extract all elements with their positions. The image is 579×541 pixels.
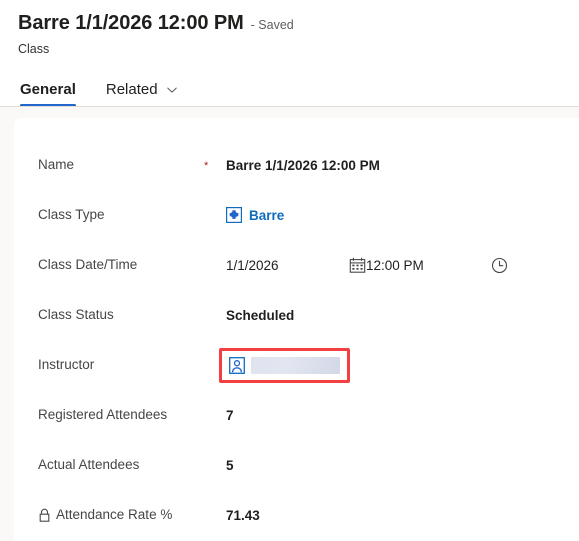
tab-general[interactable]: General [18, 71, 88, 107]
field-label-registered-attendees-cell: Registered Attendees [38, 406, 204, 424]
form-tab-bar: General Related [0, 71, 579, 107]
field-value-attendance-rate-cell: 71.43 [226, 508, 579, 523]
clock-icon[interactable] [491, 257, 508, 274]
field-label-class-type-cell: Class Type [38, 206, 204, 224]
field-label-class-status-cell: Class Status [38, 306, 204, 324]
field-row-instructor: Instructor [14, 340, 579, 390]
field-label-actual-attendees-cell: Actual Attendees [38, 456, 204, 474]
field-label-name: Name [38, 157, 75, 172]
form-header: Barre 1/1/2026 12:00 PM - Saved Class [0, 0, 579, 57]
field-value-name: Barre 1/1/2026 12:00 PM [226, 157, 380, 173]
record-form-page: Barre 1/1/2026 12:00 PM - Saved Class Ge… [0, 0, 579, 541]
field-label-class-datetime-cell: Class Date/Time [38, 256, 204, 274]
lookup-class-type[interactable]: Barre [226, 207, 284, 223]
field-label-attendance-rate-cell: Attendance Rate % [38, 506, 204, 524]
date-input-group[interactable]: 1/1/2026 [226, 257, 366, 274]
datetime-group: 1/1/2026 12:00 PM [226, 257, 579, 274]
title-row: Barre 1/1/2026 12:00 PM - Saved [18, 10, 579, 38]
entity-type-label: Class [18, 42, 50, 56]
form-canvas: Name * Barre 1/1/2026 12:00 PM Class Typ… [0, 107, 579, 541]
field-label-registered-attendees: Registered Attendees [38, 407, 168, 422]
field-label-class-type: Class Type [38, 207, 105, 222]
required-indicator-name: * [204, 159, 209, 172]
time-input-group[interactable]: 12:00 PM [366, 257, 508, 274]
field-row-attendance-rate: Attendance Rate % 71.43 [14, 490, 579, 540]
tab-related-label: Related [105, 80, 158, 98]
required-indicator-class-type [204, 214, 226, 216]
instructor-lookup-highlight[interactable] [219, 347, 350, 383]
field-row-class-datetime: Class Date/Time 1/1/2026 12:00 PM [14, 240, 579, 290]
save-status-text: - Saved [250, 18, 294, 32]
field-value-registered-attendees: 7 [226, 407, 234, 423]
field-row-registered-attendees: Registered Attendees 7 [14, 390, 579, 440]
calendar-icon[interactable] [349, 257, 366, 274]
field-label-class-datetime: Class Date/Time [38, 257, 138, 272]
required-indicator-actual-attendees [204, 464, 226, 466]
field-row-class-status: Class Status Scheduled [14, 290, 579, 340]
field-row-actual-attendees: Actual Attendees 5 [14, 440, 579, 490]
field-value-actual-attendees: 5 [226, 457, 234, 473]
tab-related[interactable]: Related [104, 71, 191, 107]
field-value-class-type-cell[interactable]: Barre [226, 207, 579, 223]
field-value-name-cell[interactable]: Barre 1/1/2026 12:00 PM [226, 158, 579, 173]
field-value-class-status: Scheduled [226, 307, 295, 323]
field-value-class-time: 12:00 PM [366, 257, 424, 273]
field-value-registered-attendees-cell[interactable]: 7 [226, 408, 579, 423]
field-label-class-status: Class Status [38, 307, 114, 322]
field-row-name: Name * Barre 1/1/2026 12:00 PM [14, 140, 579, 190]
instructor-value-placeholder[interactable] [251, 356, 340, 374]
entity-record-icon [226, 207, 242, 223]
field-value-class-status-cell[interactable]: Scheduled [226, 308, 579, 323]
general-tab-section: Name * Barre 1/1/2026 12:00 PM Class Typ… [14, 118, 579, 541]
field-value-instructor-cell [219, 347, 579, 383]
chevron-down-icon [165, 83, 179, 97]
contact-person-icon [229, 356, 245, 374]
field-label-name-cell: Name [38, 156, 204, 174]
required-indicator-class-datetime [204, 264, 226, 266]
field-value-class-datetime-cell: 1/1/2026 12:00 PM [226, 257, 579, 274]
field-value-class-type[interactable]: Barre [249, 208, 284, 223]
field-label-actual-attendees: Actual Attendees [38, 457, 140, 472]
field-value-attendance-rate: 71.43 [226, 507, 260, 523]
field-label-instructor: Instructor [38, 357, 95, 372]
field-label-attendance-rate: Attendance Rate % [56, 507, 173, 522]
field-label-instructor-cell: Instructor [38, 356, 204, 374]
field-value-class-date: 1/1/2026 [226, 257, 279, 273]
page-title: Barre 1/1/2026 12:00 PM [18, 12, 244, 34]
lock-icon [38, 508, 51, 522]
field-value-actual-attendees-cell[interactable]: 5 [226, 458, 579, 473]
required-indicator-registered-attendees [204, 414, 226, 416]
required-indicator-class-status [204, 314, 226, 316]
tab-general-label: General [20, 80, 76, 98]
required-indicator-attendance-rate [204, 514, 226, 516]
field-row-class-type: Class Type Barre [14, 190, 579, 240]
